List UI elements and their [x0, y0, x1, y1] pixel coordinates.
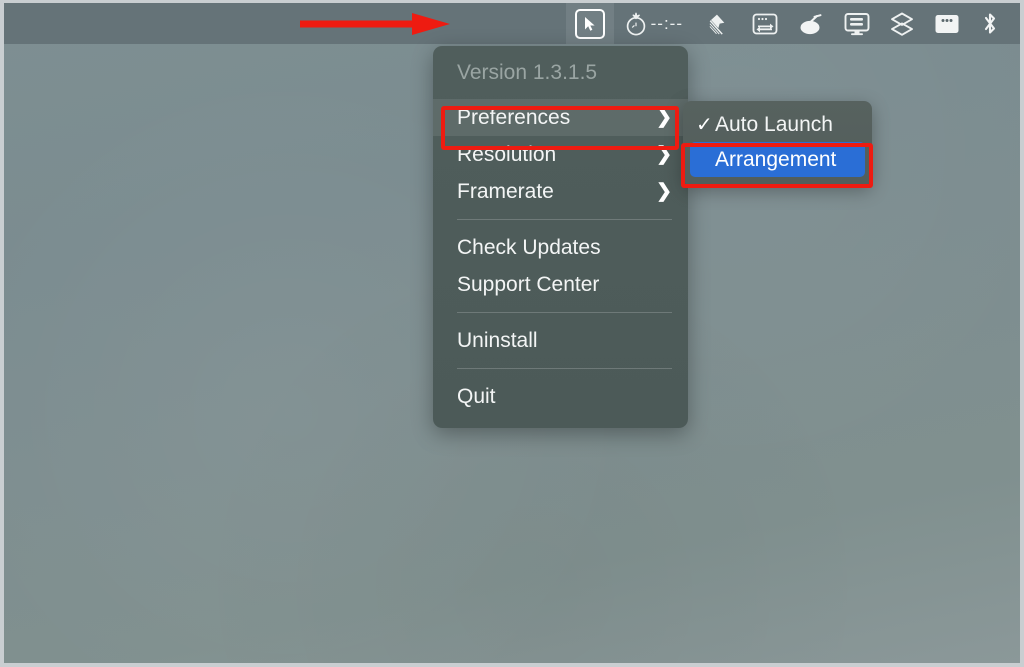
menu-item-version: Version 1.3.1.5	[433, 53, 688, 93]
menu-item-support-center[interactable]: Support Center	[433, 266, 688, 303]
submenu-item-arrangement[interactable]: Arrangement	[690, 142, 865, 177]
window-arrows-icon	[751, 12, 779, 36]
menu-separator	[457, 368, 672, 369]
menu-item-preferences[interactable]: Preferences ❯	[433, 99, 688, 136]
menubar-item-window-dots[interactable]	[924, 3, 970, 44]
menu-item-quit[interactable]: Quit	[433, 378, 688, 415]
menu-item-preferences-label: Preferences	[457, 105, 571, 129]
monitor-icon	[843, 11, 871, 37]
submenu-item-auto-launch-label: Auto Launch	[715, 112, 833, 136]
macos-menu-bar: --:--	[4, 3, 1020, 44]
pomodoro-timer-icon	[623, 11, 649, 37]
menubar-item-cursor[interactable]	[565, 3, 614, 44]
chevron-right-icon: ❯	[656, 181, 672, 202]
menu-item-framerate[interactable]: Framerate ❯	[433, 173, 688, 210]
menu-item-framerate-label: Framerate	[457, 179, 554, 203]
menubar-item-layers[interactable]	[880, 3, 924, 44]
layers-stack-icon	[889, 11, 915, 37]
menubar-item-screenshot[interactable]	[698, 3, 742, 44]
menu-item-support-center-label: Support Center	[457, 272, 600, 296]
menubar-item-bluetooth[interactable]	[970, 3, 1010, 44]
menubar-item-display[interactable]	[834, 3, 880, 44]
window-dots-icon	[933, 12, 961, 36]
menu-item-quit-label: Quit	[457, 384, 496, 408]
menu-item-resolution[interactable]: Resolution ❯	[433, 136, 688, 173]
menu-item-uninstall[interactable]: Uninstall	[433, 322, 688, 359]
bluetooth-icon	[979, 11, 1001, 37]
menubar-item-mouse-tool[interactable]	[788, 3, 834, 44]
menubar-item-window-switch[interactable]	[742, 3, 788, 44]
chevron-right-icon: ❯	[656, 144, 672, 165]
preferences-submenu: ✓ Auto Launch Arrangement	[683, 101, 872, 186]
menubar-item-pomodoro[interactable]: --:--	[614, 3, 698, 44]
app-dropdown-menu: Version 1.3.1.5 Preferences ❯ Resolution…	[433, 46, 688, 428]
mouse-blob-icon	[797, 11, 825, 37]
chevron-right-icon: ❯	[656, 107, 672, 128]
menu-item-resolution-label: Resolution	[457, 142, 557, 166]
checkmark-icon-placeholder	[696, 150, 715, 170]
red-arrow-annotation	[300, 13, 450, 35]
menu-item-uninstall-label: Uninstall	[457, 328, 538, 352]
submenu-item-arrangement-label: Arrangement	[715, 147, 837, 171]
menu-separator	[457, 219, 672, 220]
version-label: Version 1.3.1.5	[457, 61, 598, 84]
pomodoro-timer-label: --:--	[650, 13, 683, 33]
menu-item-check-updates[interactable]: Check Updates	[433, 229, 688, 266]
flag-brush-icon	[707, 11, 733, 37]
checkmark-icon: ✓	[696, 113, 713, 136]
menu-item-check-updates-label: Check Updates	[457, 235, 601, 259]
cursor-icon	[574, 8, 605, 39]
submenu-item-auto-launch[interactable]: ✓ Auto Launch	[690, 107, 865, 142]
menu-separator	[457, 312, 672, 313]
